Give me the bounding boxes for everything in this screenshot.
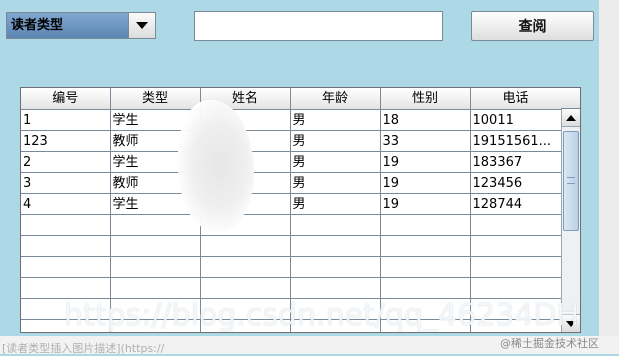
cell-gender[interactable]: 33 (380, 130, 471, 152)
table-row[interactable]: 1 学生男 18 10011 (21, 109, 562, 131)
cell-phone[interactable]: 183367 (470, 151, 562, 173)
cell-type[interactable] (110, 214, 201, 236)
col-header-gender[interactable]: 性别 (380, 88, 471, 110)
cell-age[interactable] (290, 277, 381, 299)
cell-name[interactable] (200, 256, 291, 278)
search-input[interactable] (194, 11, 443, 41)
cell-age[interactable] (290, 235, 381, 257)
cell-phone[interactable] (470, 214, 562, 236)
reader-table: 编号 类型 姓名 年龄 性别 电话 1 学生男 18 10011 123 教师男 33 191… (20, 87, 581, 333)
scrollbar-thumb[interactable] (563, 131, 579, 231)
table-row[interactable]: 2 学生男 19 183367 (21, 151, 562, 173)
reader-grid: 编号 类型 姓名 年龄 性别 电话 1 学生男 18 10011 123 教师男 33 191… (21, 88, 562, 332)
cell-type[interactable] (110, 235, 201, 257)
arrow-up-icon[interactable] (562, 109, 580, 127)
cell-gender[interactable]: 19 (380, 172, 471, 194)
cell-age[interactable] (290, 256, 381, 278)
cell-phone[interactable]: 10011 (470, 109, 562, 131)
cell-gender[interactable] (380, 277, 471, 299)
table-row[interactable] (21, 256, 562, 278)
chevron-down-icon[interactable] (128, 13, 155, 38)
table-row[interactable]: 3 教师男 19 123456 (21, 172, 562, 194)
cell-id[interactable]: 4 (21, 193, 111, 215)
cell-phone[interactable]: 123456 (470, 172, 562, 194)
cell-gender[interactable]: 19 (380, 193, 471, 215)
cell-age[interactable]: 男 (290, 172, 381, 194)
col-header-type[interactable]: 类型 (110, 88, 201, 110)
watermark-url: https://blog.csdn.net/qq_46234DH (64, 298, 580, 333)
table-row[interactable]: 123 教师男 33 19151561... (21, 130, 562, 152)
cell-gender[interactable] (380, 214, 471, 236)
window-edge (599, 0, 619, 354)
table-row[interactable] (21, 277, 562, 299)
cell-id[interactable] (21, 214, 111, 236)
cell-age[interactable]: 男 (290, 130, 381, 152)
cell-age[interactable] (290, 214, 381, 236)
cell-type[interactable] (110, 256, 201, 278)
table-row[interactable] (21, 235, 562, 257)
cell-gender[interactable] (380, 235, 471, 257)
query-button[interactable]: 查阅 (471, 11, 594, 41)
cell-age[interactable]: 男 (290, 109, 381, 131)
cell-phone[interactable] (470, 235, 562, 257)
col-header-age[interactable]: 年龄 (290, 88, 381, 110)
credit-text: @稀土掘金技术社区 (500, 337, 599, 350)
table-header-corner (561, 88, 580, 109)
cell-phone[interactable] (470, 256, 562, 278)
cell-id[interactable]: 123 (21, 130, 111, 152)
cell-type[interactable] (110, 277, 201, 299)
cell-id[interactable]: 1 (21, 109, 111, 131)
cell-gender[interactable]: 19 (380, 151, 471, 173)
table-header-row: 编号 类型 姓名 年龄 性别 电话 (21, 88, 562, 110)
cell-name[interactable] (200, 235, 291, 257)
reader-type-selected-value: 读者类型 (7, 13, 128, 38)
table-row[interactable] (21, 214, 562, 236)
cell-id[interactable] (21, 256, 111, 278)
cell-id[interactable] (21, 277, 111, 299)
col-header-id[interactable]: 编号 (21, 88, 111, 110)
cell-gender[interactable]: 18 (380, 109, 471, 131)
cell-name[interactable] (200, 277, 291, 299)
cell-phone[interactable]: 128744 (470, 193, 562, 215)
cell-age[interactable]: 男 (290, 151, 381, 173)
cell-age[interactable]: 男 (290, 193, 381, 215)
cell-id[interactable]: 3 (21, 172, 111, 194)
cell-id[interactable]: 2 (21, 151, 111, 173)
reader-type-select[interactable]: 读者类型 (6, 12, 156, 39)
cell-phone[interactable] (470, 277, 562, 299)
cell-id[interactable] (21, 235, 111, 257)
grip-icon (567, 177, 575, 184)
cell-phone[interactable]: 19151561... (470, 130, 562, 152)
col-header-phone[interactable]: 电话 (470, 88, 562, 110)
cell-gender[interactable] (380, 256, 471, 278)
table-row[interactable]: 4 学生男 19 128744 (21, 193, 562, 215)
